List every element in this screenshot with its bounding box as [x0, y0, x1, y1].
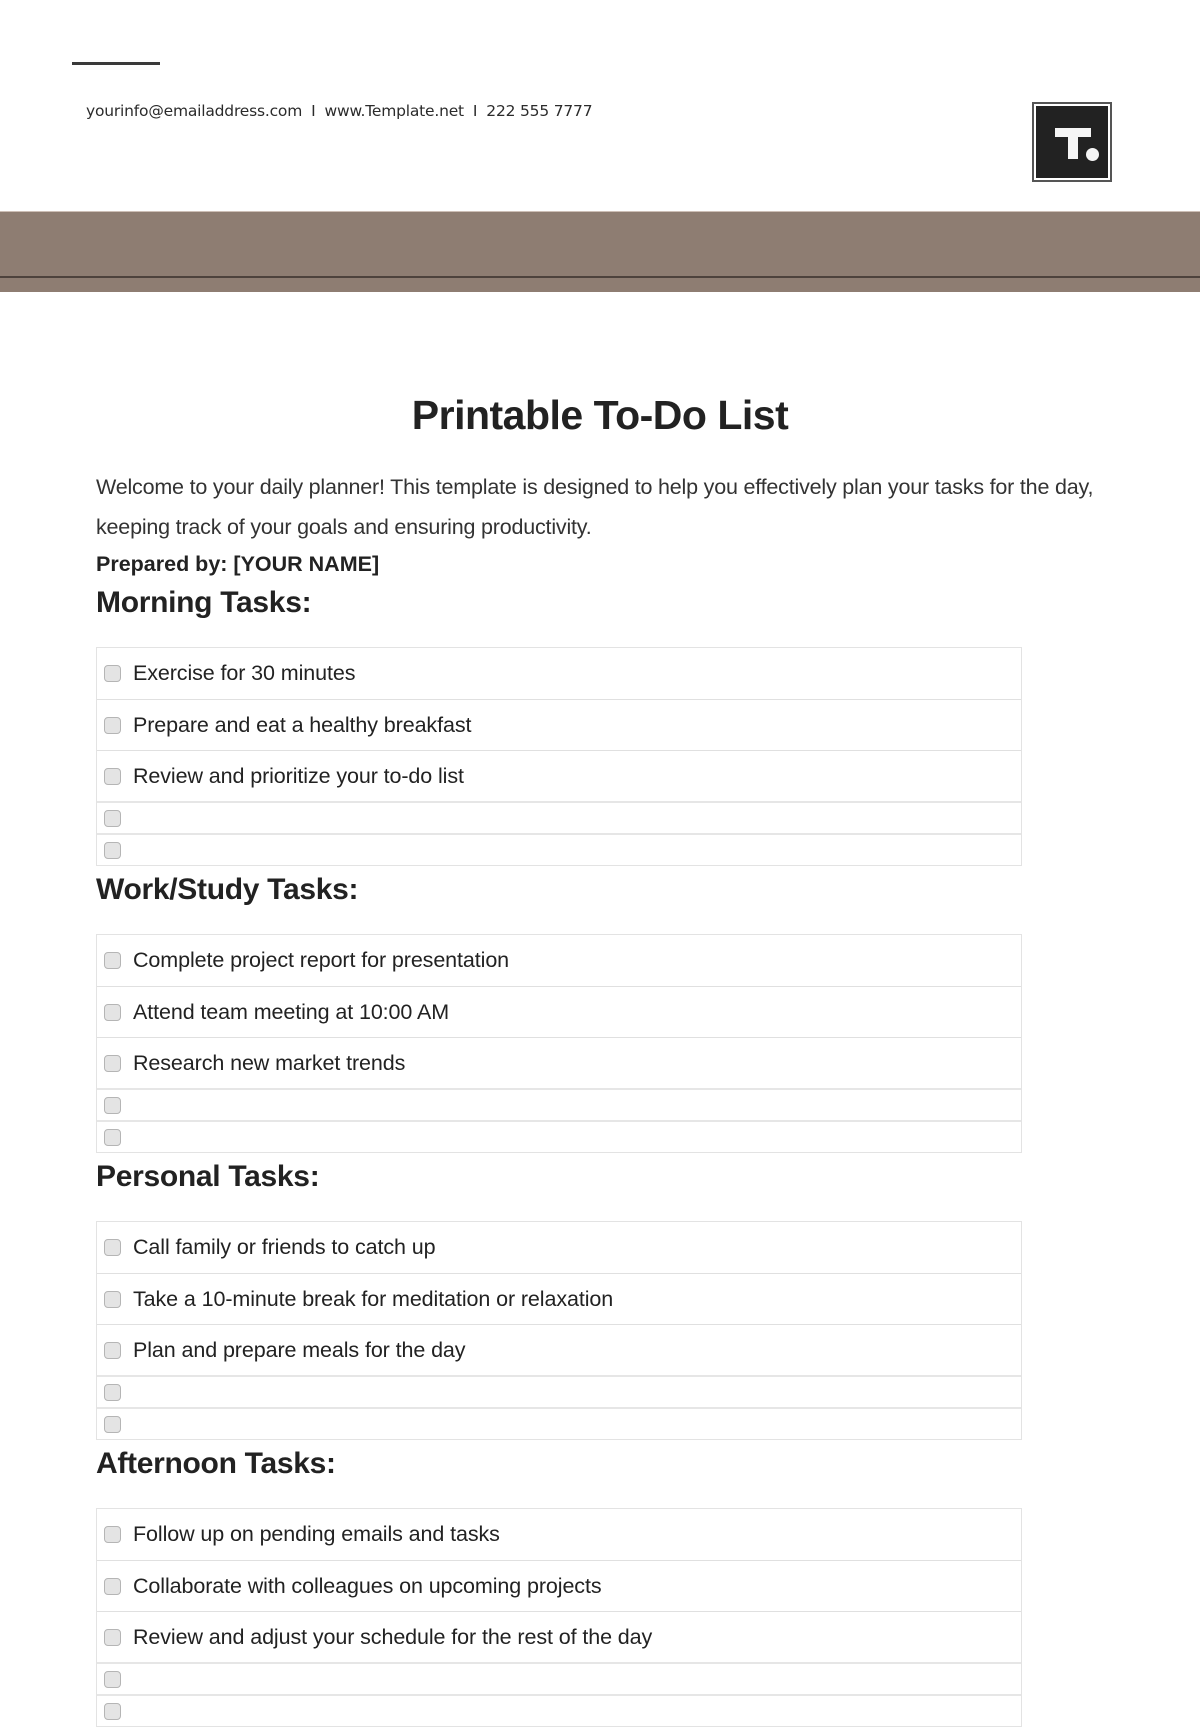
task-checkbox[interactable] — [104, 1577, 121, 1595]
task-table: Call family or friends to catch up Take a… — [96, 1221, 1022, 1440]
task-label: Research new market trends — [133, 1050, 406, 1075]
task-table: Follow up on pending emails and tasks Col… — [96, 1508, 1022, 1727]
task-checkbox[interactable] — [104, 716, 121, 734]
task-row — [97, 1120, 1021, 1152]
contact-phone: 222 555 7777 — [486, 102, 593, 120]
task-label: Attend team meeting at 10:00 AM — [133, 999, 450, 1024]
section-title: Afternoon Tasks: — [96, 1447, 336, 1480]
task-checkbox[interactable] — [104, 1054, 121, 1072]
task-row: Attend team meeting at 10:00 AM — [97, 986, 1021, 1037]
document-body: Printable To-Do List Welcome to your dai… — [96, 392, 1096, 1727]
task-label: Plan and prepare meals for the day — [133, 1337, 466, 1362]
task-row: Call family or friends to catch up — [97, 1222, 1021, 1273]
task-row — [97, 1407, 1021, 1439]
task-label: Prepare and eat a healthy breakfast — [133, 712, 472, 737]
task-row: Plan and prepare meals for the day — [97, 1324, 1021, 1375]
task-checkbox[interactable] — [104, 1670, 121, 1688]
prepared-by: Prepared by: [YOUR NAME] — [96, 552, 380, 576]
task-label: Review and prioritize your to-do list — [133, 763, 464, 788]
task-checkbox[interactable] — [104, 665, 121, 682]
task-checkbox[interactable] — [104, 952, 121, 969]
task-row: Complete project report for presentation — [97, 935, 1021, 986]
task-label: Collaborate with colleagues on upcoming … — [133, 1573, 602, 1598]
section-title: Work/Study Tasks: — [96, 873, 359, 906]
task-table: Exercise for 30 minutes Prepare and eat a… — [96, 647, 1022, 866]
contact-email: yourinfo@emailaddress.com — [86, 102, 303, 120]
task-row — [97, 1694, 1021, 1726]
task-row: Review and adjust your schedule for the … — [97, 1611, 1021, 1662]
task-row — [97, 801, 1021, 833]
task-row — [97, 833, 1021, 865]
task-row — [97, 1088, 1021, 1120]
contact-info: yourinfo@emailaddress.com Iwww.Template.n… — [86, 102, 593, 120]
task-sections: Morning Tasks: Exercise for 30 minutes Pre… — [96, 585, 1096, 1727]
template-logo — [1032, 102, 1112, 182]
section-title: Morning Tasks: — [96, 586, 312, 619]
task-row: Exercise for 30 minutes — [97, 648, 1021, 699]
task-row: Prepare and eat a healthy breakfast — [97, 699, 1021, 750]
task-row: Research new market trends — [97, 1037, 1021, 1088]
contact-separator: I — [472, 102, 478, 120]
page-title: Printable To-Do List — [411, 392, 789, 438]
header-band — [0, 211, 1200, 292]
task-table: Complete project report for presentation… — [96, 934, 1022, 1153]
task-checkbox[interactable] — [104, 809, 121, 827]
header-band-line — [0, 276, 1200, 278]
task-checkbox[interactable] — [104, 1526, 121, 1543]
task-checkbox[interactable] — [104, 1415, 121, 1433]
task-checkbox[interactable] — [104, 1628, 121, 1646]
intro-paragraph: Welcome to your daily planner! This temp… — [96, 475, 1094, 539]
header-rule — [72, 62, 160, 65]
task-row: Review and prioritize your to-do list — [97, 750, 1021, 801]
task-section: Afternoon Tasks: Follow up on pending ema… — [96, 1446, 1096, 1727]
task-row: Follow up on pending emails and tasks — [97, 1509, 1021, 1560]
task-row — [97, 1662, 1021, 1694]
task-checkbox[interactable] — [104, 1341, 121, 1359]
section-title: Personal Tasks: — [96, 1160, 320, 1193]
task-label: Review and adjust your schedule for the … — [133, 1624, 653, 1649]
task-label: Call family or friends to catch up — [133, 1235, 436, 1259]
task-checkbox[interactable] — [104, 1290, 121, 1308]
task-label: Exercise for 30 minutes — [133, 661, 356, 685]
task-checkbox[interactable] — [104, 1003, 121, 1021]
contact-separator: I — [311, 102, 316, 120]
task-checkbox[interactable] — [104, 1383, 121, 1401]
logo-icon — [1036, 106, 1108, 178]
task-section: Personal Tasks: Call family or friends to… — [96, 1159, 1096, 1440]
contact-website: www.Template.net — [324, 102, 464, 120]
task-row — [97, 1375, 1021, 1407]
task-label: Complete project report for presentation — [133, 948, 510, 972]
task-row: Take a 10-minute break for meditation or… — [97, 1273, 1021, 1324]
task-checkbox[interactable] — [104, 1096, 121, 1114]
task-checkbox[interactable] — [104, 1702, 121, 1720]
task-section: Work/Study Tasks: Complete project report… — [96, 872, 1096, 1153]
task-checkbox[interactable] — [104, 1239, 121, 1256]
task-checkbox[interactable] — [104, 767, 121, 785]
task-checkbox[interactable] — [104, 1128, 121, 1146]
task-checkbox[interactable] — [104, 841, 121, 859]
task-label: Take a 10-minute break for meditation or… — [133, 1286, 614, 1311]
task-row: Collaborate with colleagues on upcoming … — [97, 1560, 1021, 1611]
task-label: Follow up on pending emails and tasks — [133, 1522, 500, 1546]
task-section: Morning Tasks: Exercise for 30 minutes Pre… — [96, 585, 1096, 866]
